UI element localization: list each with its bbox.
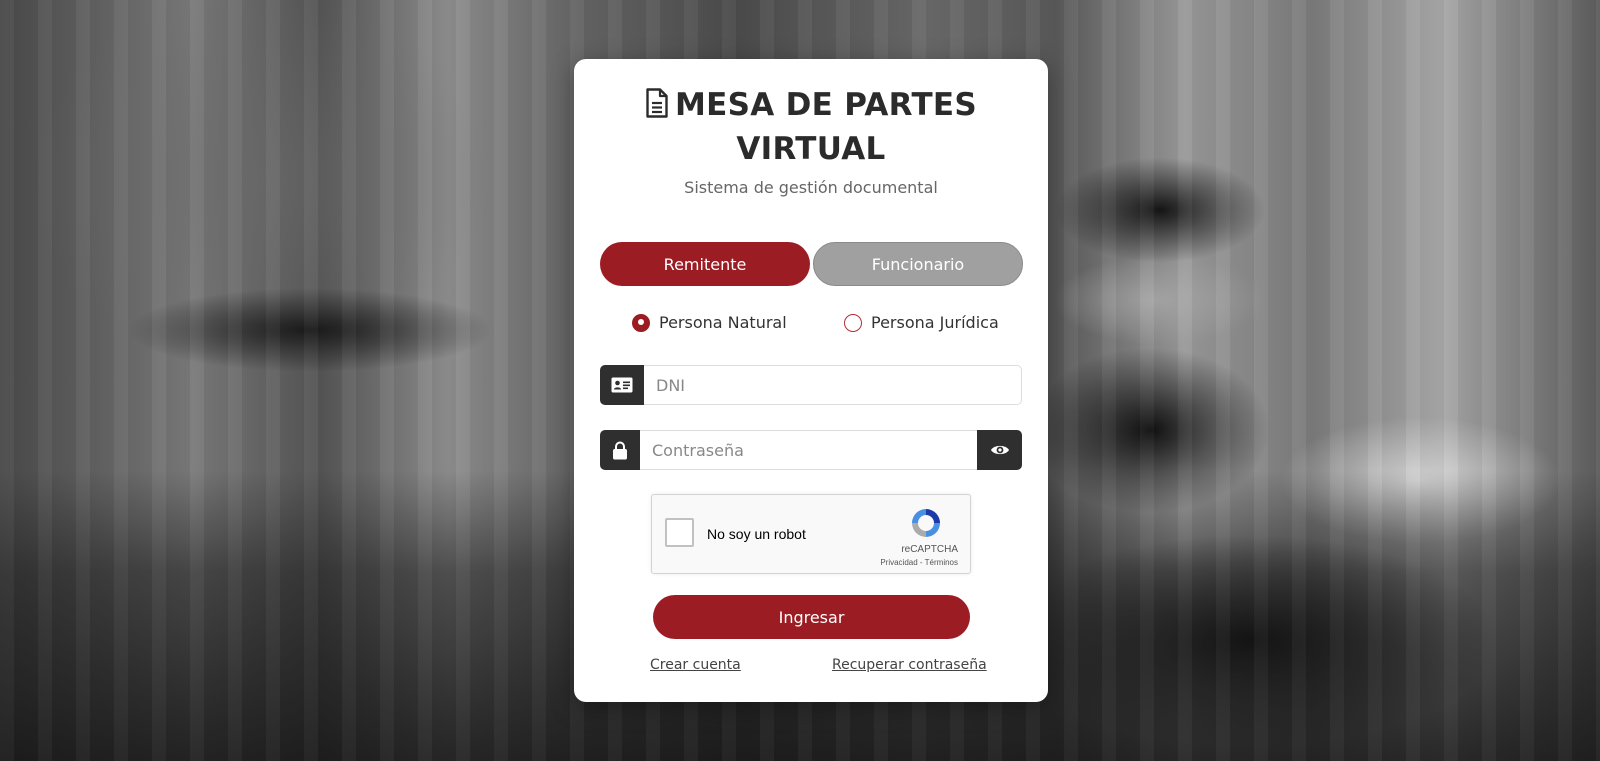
recaptcha-links: Privacidad - Términos bbox=[880, 558, 958, 567]
dni-input-group bbox=[600, 365, 1022, 405]
document-icon bbox=[645, 88, 669, 129]
radio-persona-juridica[interactable]: Persona Jurídica bbox=[844, 313, 999, 332]
tab-remitente[interactable]: Remitente bbox=[600, 242, 810, 286]
eye-icon[interactable] bbox=[977, 430, 1022, 470]
radio-label-juridica: Persona Jurídica bbox=[871, 313, 999, 332]
recover-password-link[interactable]: Recuperar contraseña bbox=[832, 657, 987, 673]
title-line-2: VIRTUAL bbox=[736, 131, 886, 167]
radio-persona-natural[interactable]: Persona Natural bbox=[632, 313, 787, 332]
login-button[interactable]: Ingresar bbox=[653, 595, 970, 639]
recaptcha-checkbox[interactable] bbox=[665, 518, 694, 547]
recaptcha-terms-link[interactable]: Términos bbox=[925, 558, 958, 567]
radio-checked-icon[interactable] bbox=[632, 313, 650, 332]
page-title: MESA DE PARTES VIRTUAL bbox=[574, 85, 1048, 170]
recaptcha-label: No soy un robot bbox=[707, 526, 806, 542]
recaptcha-logo-icon bbox=[909, 506, 943, 545]
recaptcha-separator: - bbox=[917, 558, 925, 567]
login-card: MESA DE PARTES VIRTUAL Sistema de gestió… bbox=[574, 59, 1048, 702]
create-account-link[interactable]: Crear cuenta bbox=[650, 657, 741, 673]
password-input[interactable] bbox=[640, 430, 977, 470]
radio-label-natural: Persona Natural bbox=[659, 313, 787, 332]
recaptcha-brand: reCAPTCHA bbox=[901, 544, 958, 555]
id-card-icon bbox=[600, 365, 644, 405]
radio-unchecked-icon[interactable] bbox=[844, 313, 862, 332]
recaptcha-privacy-link[interactable]: Privacidad bbox=[880, 558, 917, 567]
lock-icon bbox=[600, 430, 640, 470]
password-input-group bbox=[600, 430, 1022, 470]
dni-input[interactable] bbox=[644, 365, 1022, 405]
page-subtitle: Sistema de gestión documental bbox=[684, 178, 938, 197]
title-line-1: MESA DE PARTES bbox=[674, 87, 978, 123]
tab-funcionario[interactable]: Funcionario bbox=[813, 242, 1023, 286]
recaptcha-widget: No soy un robot reCAPTCHA Privacidad - T… bbox=[651, 494, 971, 574]
